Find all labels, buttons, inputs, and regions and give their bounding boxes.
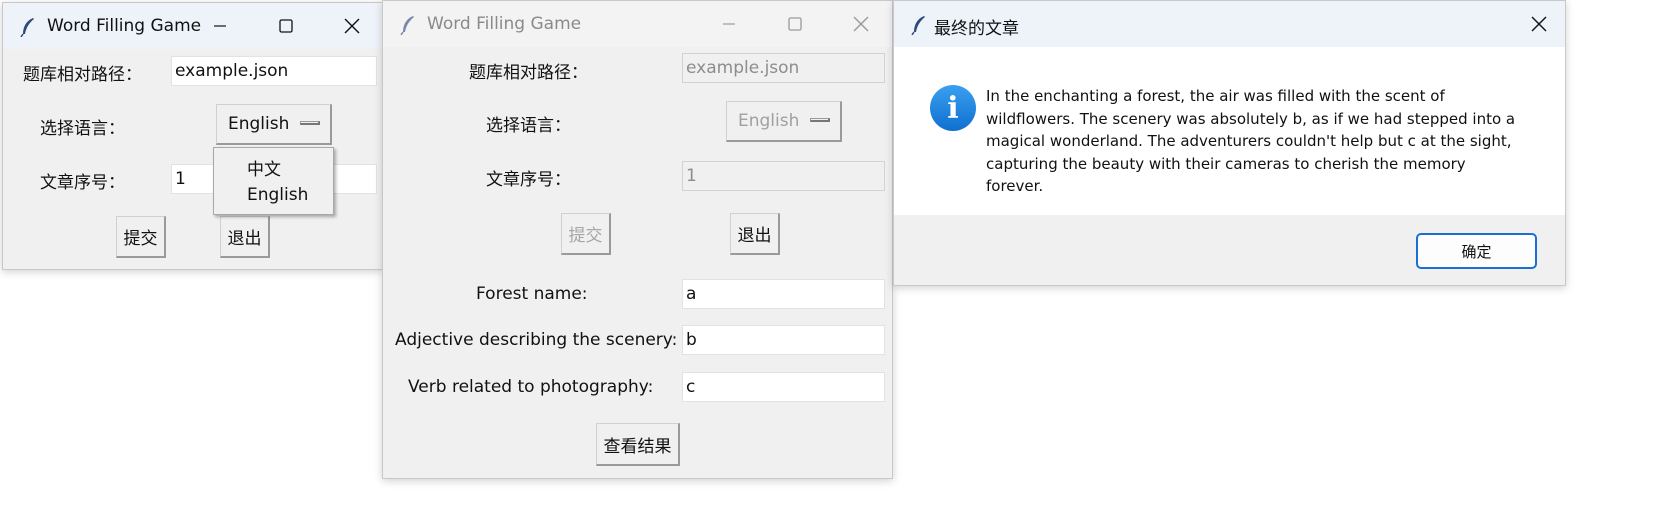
scenery-adjective-input[interactable]: b	[682, 325, 885, 355]
minimize-button[interactable]	[696, 1, 762, 47]
option-indicator-icon	[810, 118, 830, 122]
feather-icon	[910, 15, 928, 36]
info-icon: i	[930, 85, 976, 131]
maximize-button[interactable]	[253, 3, 319, 49]
language-select[interactable]: English	[726, 101, 842, 142]
option-indicator-icon	[300, 121, 320, 125]
window-title: Word Filling Game	[427, 14, 582, 34]
photography-verb-input[interactable]: c	[682, 372, 885, 402]
feather-icon	[19, 17, 37, 38]
window-title: Word Filling Game	[47, 16, 202, 36]
word-game-window-filled: Word Filling Game 题库相对路径： example.json 选…	[382, 0, 893, 479]
close-icon	[1531, 16, 1547, 32]
exit-button[interactable]: 退出	[730, 213, 780, 255]
exit-button[interactable]: 退出	[220, 216, 270, 258]
message-body: i In the enchanting a forest, the air wa…	[894, 47, 1565, 215]
forest-name-input[interactable]: a	[682, 279, 885, 309]
minimize-icon	[213, 19, 227, 33]
message-footer: 确定	[894, 215, 1565, 285]
feather-icon	[399, 15, 417, 36]
language-selected: English	[228, 114, 290, 134]
title-bar[interactable]: Word Filling Game	[3, 3, 383, 49]
path-label: 题库相对路径：	[23, 65, 142, 85]
photography-verb-label: Verb related to photography:	[408, 377, 654, 397]
title-bar[interactable]: 最终的文章	[894, 1, 1565, 47]
final-article-dialog: 最终的文章 i In the enchanting a forest, the …	[893, 0, 1566, 286]
article-index-input[interactable]: 1	[682, 161, 885, 191]
ok-button[interactable]: 确定	[1416, 233, 1537, 269]
maximize-icon	[279, 19, 293, 33]
dropdown-option-english[interactable]: English	[247, 185, 308, 205]
article-index-label: 文章序号：	[486, 170, 571, 190]
minimize-icon	[722, 17, 736, 31]
path-input[interactable]: example.json	[682, 53, 885, 83]
forest-name-label: Forest name:	[476, 284, 588, 304]
close-icon	[344, 18, 360, 34]
article-index-label: 文章序号：	[40, 173, 125, 193]
language-label: 选择语言：	[40, 119, 125, 139]
language-select[interactable]: English	[216, 104, 332, 145]
view-result-button[interactable]: 查看结果	[596, 423, 680, 466]
scenery-adjective-label: Adjective describing the scenery:	[395, 330, 678, 350]
language-label: 选择语言：	[486, 116, 571, 136]
maximize-button[interactable]	[762, 1, 828, 47]
path-label: 题库相对路径：	[469, 63, 588, 83]
language-dropdown: 中文 English	[213, 147, 334, 215]
maximize-icon	[788, 17, 802, 31]
dropdown-option-chinese[interactable]: 中文	[247, 155, 281, 180]
close-button[interactable]	[1511, 1, 1567, 47]
path-input[interactable]: example.json	[171, 56, 377, 86]
close-button[interactable]	[319, 3, 385, 49]
word-game-window-main: Word Filling Game 题库相对路径： example.json 选…	[2, 2, 384, 270]
submit-button[interactable]: 提交	[561, 213, 611, 255]
close-button[interactable]	[828, 1, 894, 47]
title-bar[interactable]: Word Filling Game	[383, 1, 892, 47]
language-selected: English	[738, 111, 800, 131]
submit-button[interactable]: 提交	[116, 216, 166, 258]
dialog-title: 最终的文章	[934, 19, 1019, 39]
final-article-text: In the enchanting a forest, the air was …	[986, 87, 1516, 195]
close-icon	[853, 16, 869, 32]
minimize-button[interactable]	[187, 3, 253, 49]
